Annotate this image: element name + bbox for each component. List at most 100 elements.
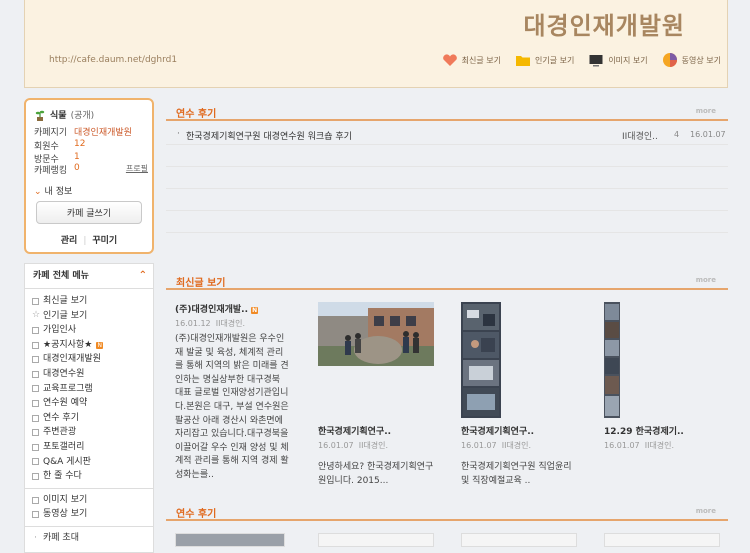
reviews-section-header-2: 연수 후기 more (166, 501, 728, 521)
menu-header[interactable]: 카페 전체 메뉴 ⌃ (25, 264, 153, 289)
header-nav: 최신글 보기 인기글 보기 이미지 보기 동영상 보기 (442, 52, 721, 68)
more-link[interactable]: more (696, 107, 716, 115)
bullet-icon: · (34, 532, 37, 543)
nav-videos[interactable]: 동영상 보기 (662, 52, 721, 68)
latest-card: (주)대경인재개발.. N 16.01.12 II대경인. (주)대경인재개발원… (175, 302, 289, 483)
member-count[interactable]: 12 (74, 139, 85, 149)
cafe-rank: 0 (74, 163, 80, 173)
empty-row (166, 169, 728, 189)
latest-card: 12.29 한국경제기.. 16.01.07 II대경인. (604, 424, 734, 451)
card-thumbnail-placeholder[interactable] (461, 533, 577, 547)
heart-icon (442, 53, 457, 66)
menu-item-program[interactable]: 교육프로그램 (25, 382, 153, 397)
cafe-url[interactable]: http://cafe.daum.net/dghrd1 (49, 55, 177, 65)
menu-item-notice[interactable]: ★공지사항★ N (25, 338, 153, 353)
empty-row (166, 213, 728, 233)
chevron-down-icon: ⌄ (34, 187, 42, 197)
plant-icon (35, 110, 45, 121)
section-title[interactable]: 연수 후기 (176, 105, 216, 120)
member-count-row: 회원수 12 (34, 139, 86, 152)
card-thumbnail-photo[interactable] (318, 302, 434, 366)
menu-item-institute[interactable]: 대경인재개발원 (25, 352, 153, 367)
card-body[interactable]: 한국경제기획연구원 직업윤리 및 직장예절교육 .. (461, 461, 577, 488)
menu-item-popular[interactable]: ☆ 인기글 보기 (25, 309, 153, 324)
my-info-toggle[interactable]: ⌄ 내 정보 (34, 184, 72, 197)
folder-icon (515, 55, 530, 66)
cafe-header: 대경인재개발원 http://cafe.daum.net/dghrd1 최신글 … (24, 0, 728, 88)
menu-item-greeting[interactable]: 가입인사 (25, 323, 153, 338)
board-icon (32, 414, 39, 422)
menu-item-reservation[interactable]: 연수원 예약 (25, 396, 153, 411)
video-icon (32, 511, 39, 519)
menu-item-review[interactable]: 연수 후기 (25, 411, 153, 426)
menu-item-latest[interactable]: 최신글 보기 (25, 294, 153, 309)
post-title[interactable]: 한국경제기획연구원 대경연수원 워크숍 후기 (186, 129, 352, 142)
star-icon: ☆ (32, 310, 41, 321)
nav-latest[interactable]: 최신글 보기 (442, 52, 501, 68)
card-title[interactable]: 한국경제기획연구.. (318, 424, 448, 437)
post-date: 16.01.07 (690, 130, 726, 139)
manage-link[interactable]: 관리 (61, 236, 78, 246)
profile-actions: 관리 | 꾸미기 (60, 236, 118, 246)
nav-popular[interactable]: 인기글 보기 (515, 52, 574, 68)
menu-divider (25, 487, 153, 489)
card-title[interactable]: 12.29 한국경제기.. (604, 424, 734, 437)
card-thumbnail-placeholder[interactable] (604, 533, 720, 547)
board-icon (32, 370, 39, 378)
cafe-menu: 카페 전체 메뉴 ⌃ 최신글 보기 ☆ 인기글 보기 가입인사 ★공지사항★ N 대… (24, 263, 154, 553)
visit-count: 1 (74, 152, 80, 162)
nav-images[interactable]: 이미지 보기 (588, 52, 648, 68)
reviews-section-header: 연수 후기 more (166, 101, 728, 121)
more-link[interactable]: more (696, 276, 716, 284)
latest-card: 한국경제기획연구.. 16.01.07 II대경인. 안녕하세요? 한국경제기획… (318, 424, 448, 488)
card-thumbnail-photo[interactable] (175, 533, 285, 547)
edit-icon (32, 472, 39, 480)
card-body[interactable]: (주)대경인재개발원은 우수인재 발굴 및 육성, 체계적 관리를 통해 지역의… (175, 333, 289, 483)
menu-item-videos[interactable]: 동영상 보기 (25, 507, 153, 522)
new-badge: N (96, 341, 104, 349)
card-thumbnail-photo[interactable] (461, 302, 501, 418)
gallery-icon (32, 443, 39, 451)
menu-item-qna[interactable]: Q&A 게시판 (25, 455, 153, 470)
board-icon (32, 429, 39, 437)
card-title[interactable]: 한국경제기획연구.. (461, 424, 591, 437)
card-meta: 16.01.12 II대경인. (175, 319, 246, 328)
cafe-grade: 식물 (공개) (34, 108, 94, 121)
latest-card: 한국경제기획연구.. 16.01.07 II대경인. 한국경제기획연구원 직업윤… (461, 424, 591, 488)
menu-item-chat[interactable]: 한 줄 수다 (25, 469, 153, 484)
section-title[interactable]: 최신글 보기 (176, 274, 225, 289)
menu-item-gallery[interactable]: 포토갤러리 (25, 440, 153, 455)
monitor-icon (589, 54, 603, 66)
bullet-icon: · (177, 129, 180, 139)
menu-divider (25, 525, 153, 527)
menu-item-tour[interactable]: 주변관광 (25, 425, 153, 440)
menu-item-invite[interactable]: · 카페 초대 (25, 531, 153, 546)
post-row: · 한국경제기획연구원 대경연수원 워크숍 후기 II대경인.. 4 16.01… (166, 125, 728, 145)
cafe-title[interactable]: 대경인재개발원 (523, 6, 685, 41)
card-body[interactable]: 안녕하세요? 한국경제기획연구원입니다. 2015... (318, 461, 434, 488)
comment-count: 4 (674, 130, 680, 139)
board-icon (32, 341, 39, 349)
pie-icon (662, 53, 677, 67)
section-title[interactable]: 연수 후기 (176, 505, 216, 520)
cafe-manager-link[interactable]: 대경인재개발원 (74, 125, 132, 138)
menu-item-images[interactable]: 이미지 보기 (25, 493, 153, 508)
card-thumbnail-photo[interactable] (604, 302, 620, 418)
card-title[interactable]: (주)대경인재개발.. N (175, 302, 289, 315)
cafe-rank-row: 카페랭킹 0 프로필 (34, 163, 148, 176)
more-link[interactable]: more (696, 507, 716, 515)
board-icon (32, 326, 39, 334)
card-thumbnail-placeholder[interactable] (318, 533, 434, 547)
card-meta: 16.01.07 II대경인. (318, 441, 389, 450)
menu-item-training-center[interactable]: 대경연수원 (25, 367, 153, 382)
card-meta: 16.01.07 II대경인. (461, 441, 532, 450)
profile-link[interactable]: 프로필 (126, 163, 148, 174)
menu-list: 최신글 보기 ☆ 인기글 보기 가입인사 ★공지사항★ N 대경인재개발원 대경연수… (25, 289, 153, 546)
write-post-button[interactable]: 카페 글쓰기 (36, 201, 142, 224)
latest-section-header: 최신글 보기 more (166, 270, 728, 290)
image-icon (32, 496, 39, 504)
cafe-info-panel: 식물 (공개) 카페지기 대경인재개발원 회원수 12 방문수 1 카페랭킹 0… (24, 98, 154, 254)
empty-row (166, 147, 728, 167)
decorate-link[interactable]: 꾸미기 (92, 236, 117, 246)
post-author[interactable]: II대경인.. (622, 129, 658, 142)
